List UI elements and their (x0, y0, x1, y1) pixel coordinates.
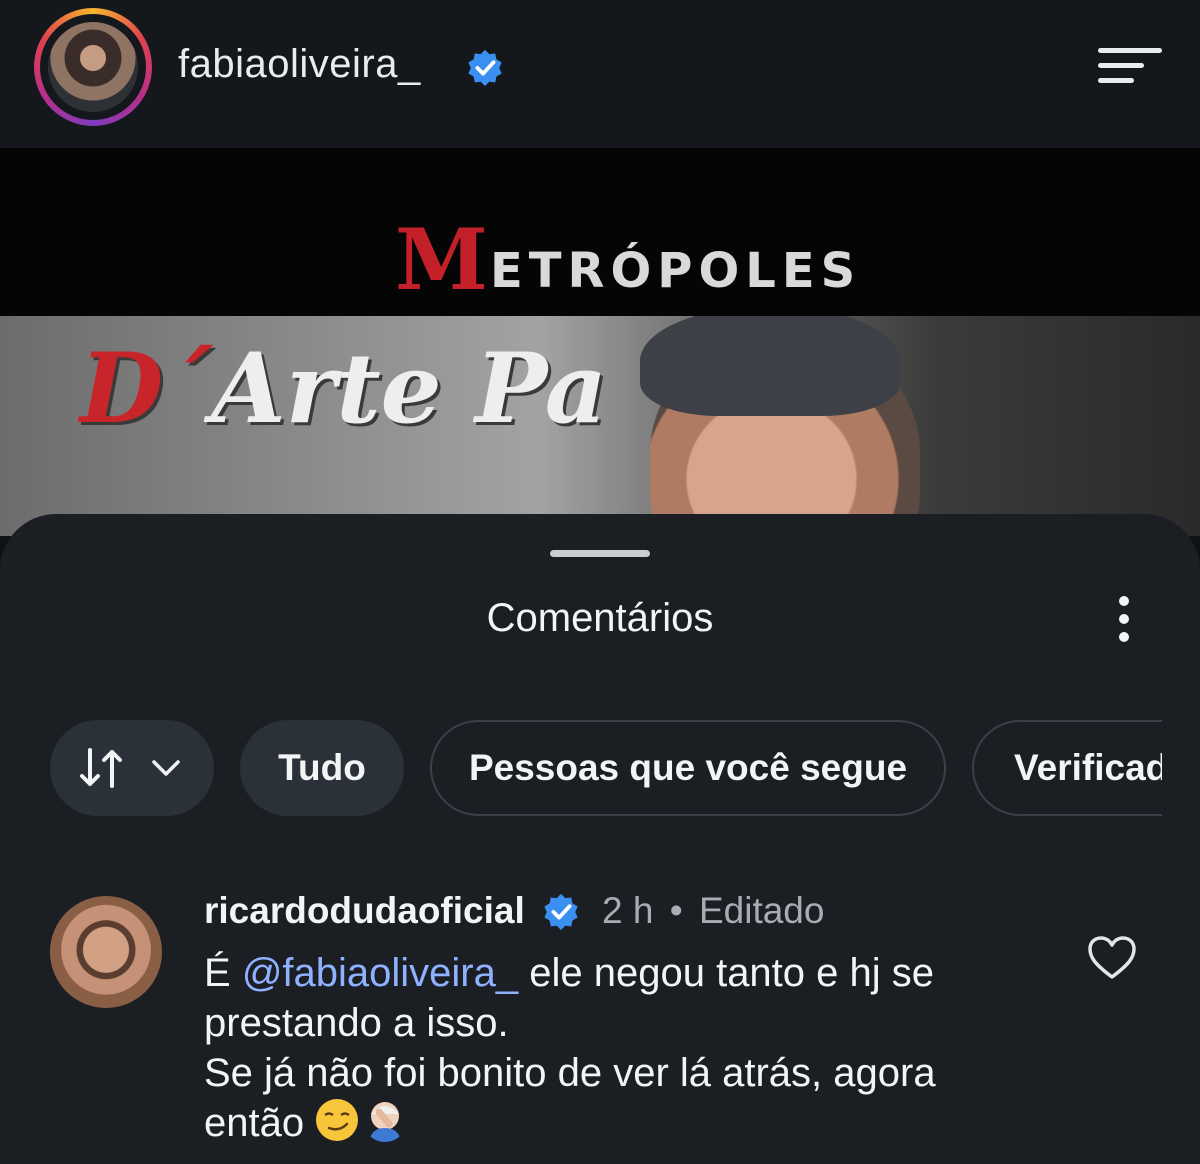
verified-badge-icon (468, 49, 502, 86)
filter-verified-chip[interactable]: Verificad (972, 720, 1162, 816)
commenter-avatar[interactable] (50, 896, 162, 1008)
more-vertical-icon[interactable] (1114, 594, 1134, 646)
person-facepalming-emoji (369, 1102, 402, 1142)
person-cap (640, 316, 900, 416)
sort-arrows-icon (80, 748, 122, 788)
comments-sheet: Comentários Tudo Pessoas que você segue … (0, 514, 1200, 1164)
comment-meta: 2 h • Editado (602, 890, 824, 932)
sheet-title: Comentários (486, 596, 714, 640)
profile-username[interactable]: fabiaoliveira_ (178, 42, 421, 87)
comment-time: 2 h (602, 890, 654, 931)
chevron-down-icon (152, 760, 180, 776)
drag-handle[interactable] (550, 550, 650, 557)
profile-avatar[interactable] (34, 8, 152, 126)
comment-username[interactable]: ricardodudaoficial (204, 890, 525, 932)
storefront-sign: D´Arte Pa (80, 332, 607, 445)
meta-separator: • (669, 890, 683, 931)
filter-following-chip[interactable]: Pessoas que você segue (430, 720, 946, 816)
post-photo[interactable]: D´Arte Pa (0, 316, 1200, 536)
profile-header: fabiaoliveira_ (0, 0, 1200, 148)
heart-outline-icon[interactable] (1086, 934, 1138, 982)
hamburger-menu-icon[interactable] (1098, 46, 1162, 86)
comment-edited: Editado (698, 890, 825, 931)
sort-button[interactable] (50, 720, 214, 816)
verified-badge-icon (544, 893, 578, 930)
smirking-face-emoji (316, 1099, 359, 1141)
mention-link[interactable]: @fabiaoliveira_ (242, 951, 518, 995)
metropoles-logo: M ETRÓPOLES (395, 210, 862, 309)
avatar-photo (48, 22, 138, 112)
filter-all-chip[interactable]: Tudo (240, 720, 404, 816)
comment-text: É @fabiaoliveira_ ele negou tanto e hj s… (204, 951, 936, 1145)
